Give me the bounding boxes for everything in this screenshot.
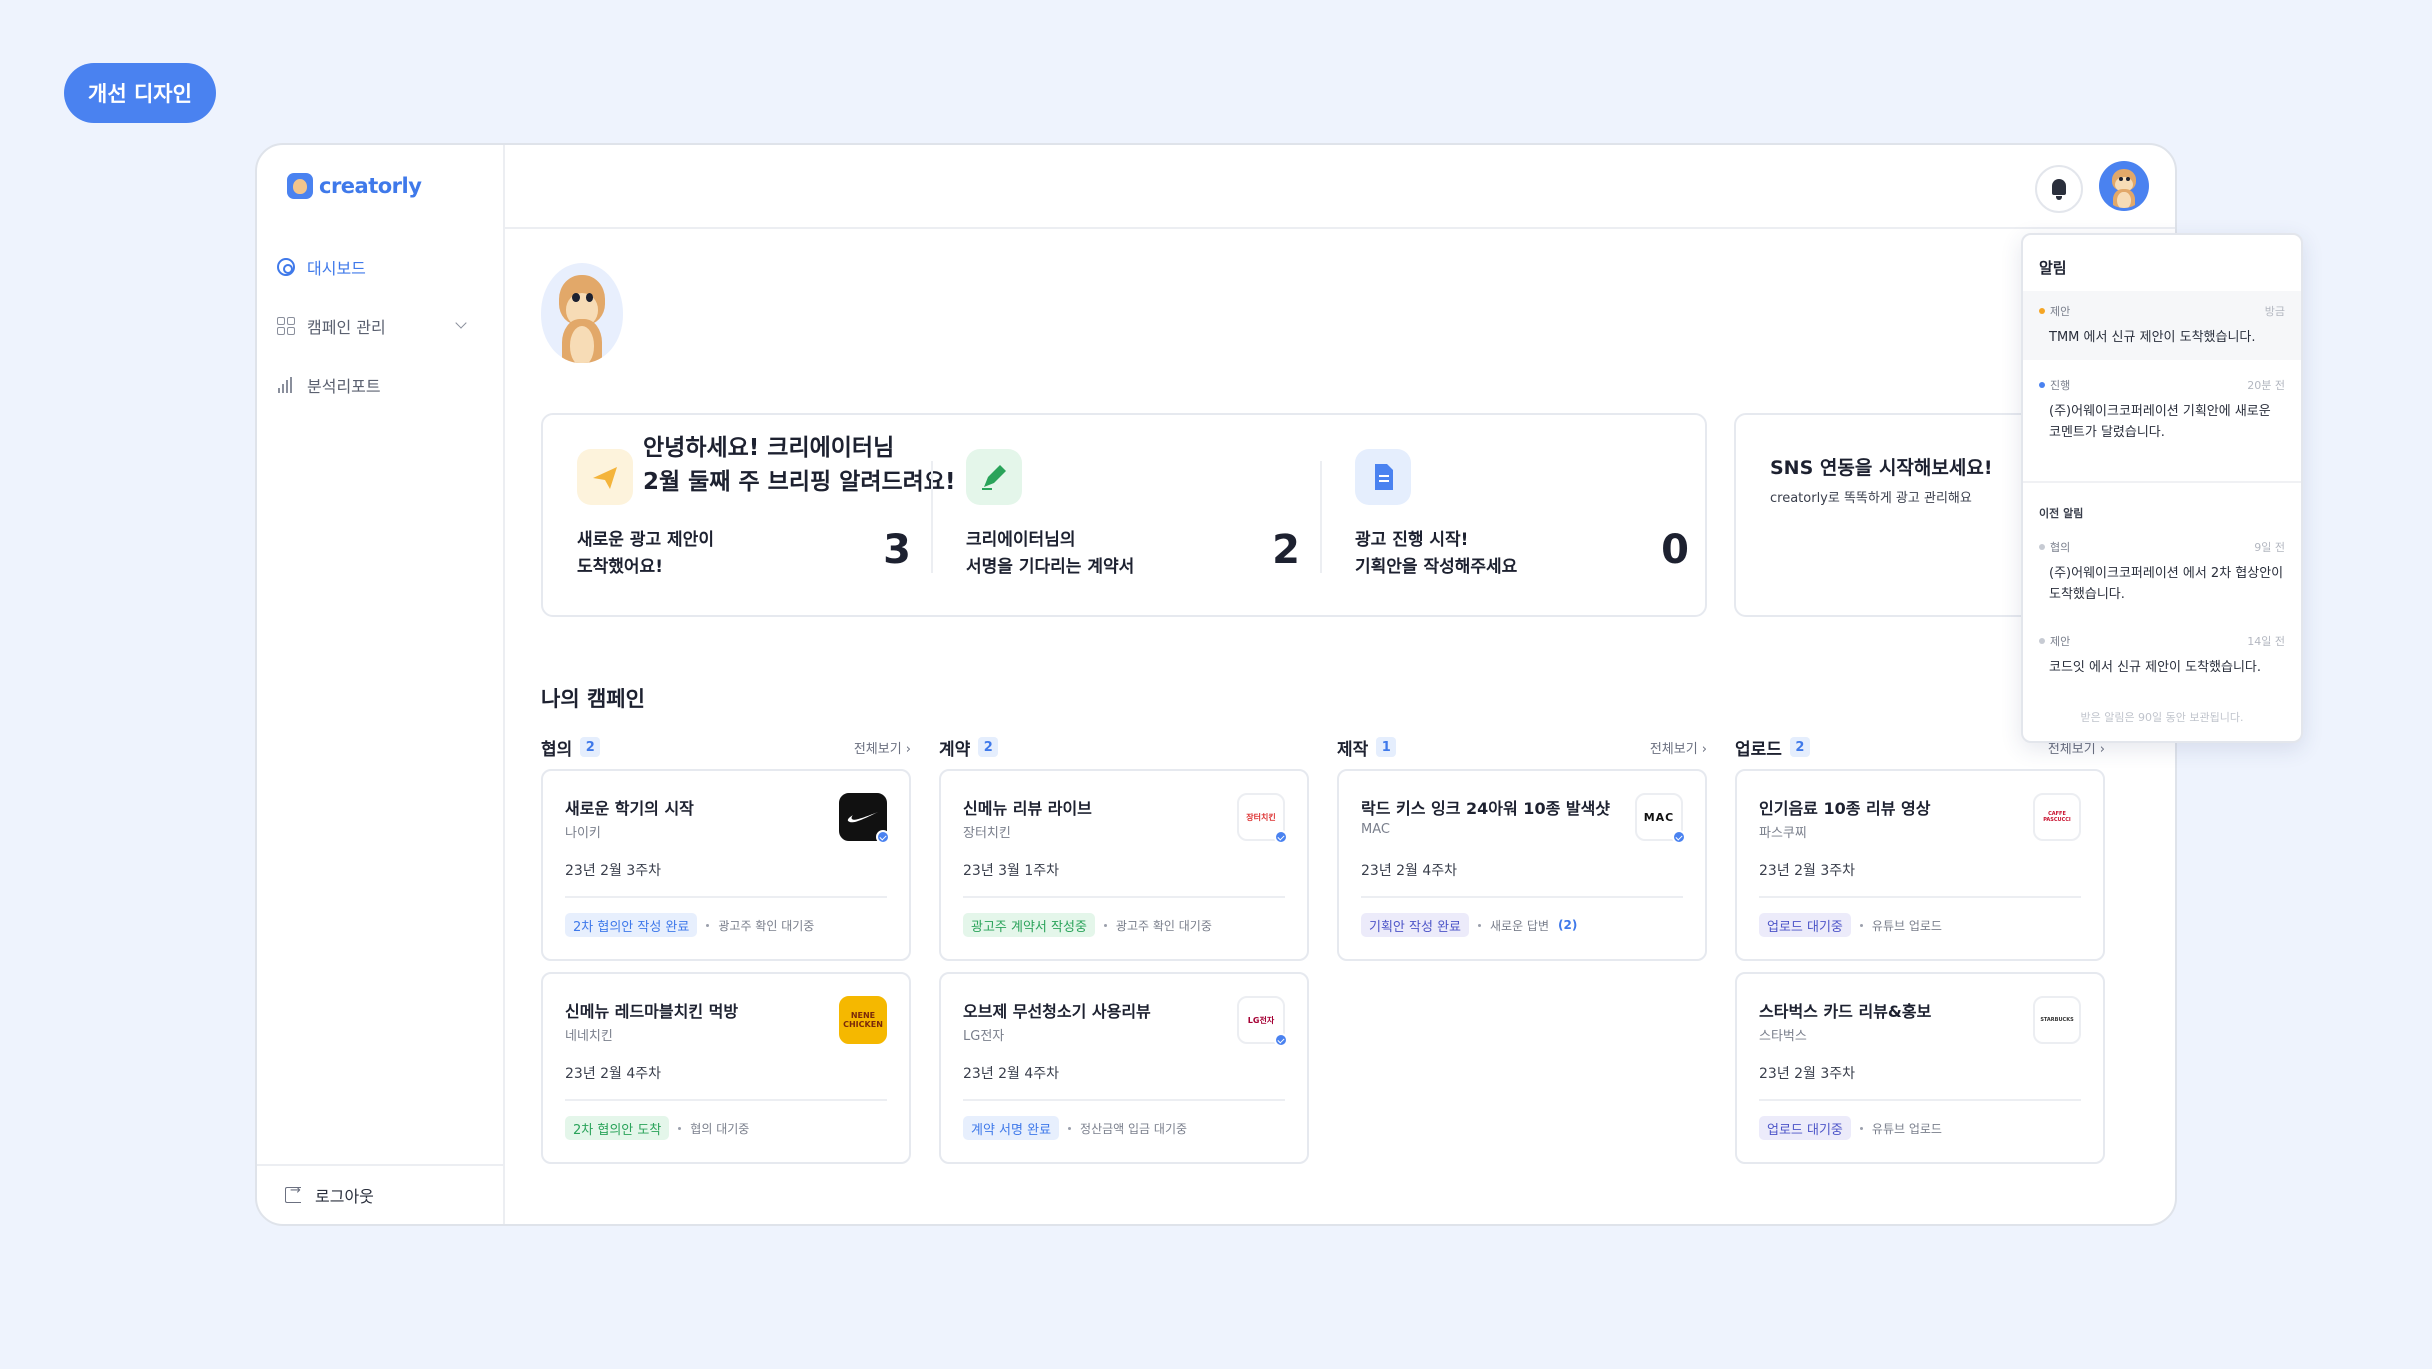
sidebar: creatorly 대시보드 캠페인 관리 분석리포트 로그아웃 xyxy=(257,145,505,1224)
new-reply-count: (2) xyxy=(1558,918,1578,932)
notification-dot-icon xyxy=(2039,638,2045,644)
notification-item[interactable]: 진행 20분 전 (주)어웨이크코퍼레이션 기획안에 새로운 코멘트가 달렸습니… xyxy=(2023,365,2301,455)
logout-button[interactable]: 로그아웃 xyxy=(257,1164,503,1224)
lg-logo-icon: LG전자 xyxy=(1237,996,1288,1047)
status-tag: 계약 서명 완료 xyxy=(963,1116,1060,1140)
status-tag: 2차 협의안 작성 완료 xyxy=(565,913,698,937)
nike-logo-icon xyxy=(839,793,890,844)
sidebar-item-label: 대시보드 xyxy=(307,259,366,278)
mac-logo-icon: MAC xyxy=(1635,793,1686,844)
status-text: 협의 대기중 xyxy=(690,1121,750,1136)
grid-icon xyxy=(277,317,295,335)
status-tag: 업로드 대기중 xyxy=(1759,913,1851,937)
chevron-down-icon[interactable] xyxy=(455,317,467,329)
logo-text: creatorly xyxy=(319,174,422,198)
column-count-badge: 2 xyxy=(978,737,999,757)
campaign-card[interactable]: 신메뉴 리뷰 라이브 장터치킨 장터치킨 23년 3월 1주차 광고주 계약서 … xyxy=(939,769,1309,961)
status-tag: 기획안 작성 완료 xyxy=(1361,913,1469,937)
notification-button[interactable] xyxy=(2035,165,2083,213)
see-all-link[interactable]: 전체보기 › xyxy=(1650,738,1707,757)
mascot-avatar-icon xyxy=(2102,164,2146,208)
status-text: 새로운 답변 xyxy=(1490,918,1550,933)
status-text: 광고주 확인 대기중 xyxy=(718,918,815,933)
campaign-card[interactable]: 인기음료 10종 리뷰 영상 파스쿠찌 CAFFE PASCUCCI 23년 2… xyxy=(1735,769,2105,961)
sidebar-item-label: 분석리포트 xyxy=(307,377,381,396)
dashboard-icon xyxy=(277,258,295,276)
column-header-production: 제작 1 전체보기 › xyxy=(1337,735,1707,760)
logo[interactable]: creatorly xyxy=(287,173,422,199)
notification-dot-icon xyxy=(2039,308,2045,314)
pen-icon xyxy=(966,449,1022,505)
status-text: 유튜브 업로드 xyxy=(1871,918,1942,933)
stat-pending-contracts[interactable]: 크리에이터님의 서명을 기다리는 계약서 2 xyxy=(932,415,1320,615)
notification-item[interactable]: 제안 14일 전 코드잇 에서 신규 제안이 도착했습니다. xyxy=(2023,621,2301,690)
status-text: 유튜브 업로드 xyxy=(1871,1121,1942,1136)
sidebar-item-label: 캠페인 관리 xyxy=(307,318,386,337)
nene-chicken-logo-icon: NENE CHICKEN xyxy=(839,996,887,1044)
column-count-badge: 1 xyxy=(1376,737,1397,757)
stat-count: 0 xyxy=(1661,527,1689,573)
campaign-card[interactable]: 오브제 무선청소기 사용리뷰 LG전자 LG전자 23년 2월 4주차 계약 서… xyxy=(939,972,1309,1164)
status-text: 정산금액 입금 대기중 xyxy=(1080,1121,1188,1136)
bell-icon xyxy=(2052,179,2066,200)
column-header-contract: 계약 2 xyxy=(939,735,1309,760)
previous-notifications-title: 이전 알림 xyxy=(2039,507,2084,520)
sns-subtitle: creatorly로 똑똑하게 광고 관리해요 xyxy=(1770,491,1972,506)
paper-plane-icon xyxy=(577,449,633,505)
campaign-card[interactable]: 새로운 학기의 시작 나이키 23년 2월 3주차 2차 협의안 작성 완료 광… xyxy=(541,769,911,961)
improved-design-badge: 개선 디자인 xyxy=(64,63,216,123)
notification-panel: 알림 제안 방금 TMM 에서 신규 제안이 도착했습니다. 진행 20분 전 … xyxy=(2021,233,2303,743)
status-tag: 2차 협의안 도착 xyxy=(565,1116,670,1140)
notification-dot-icon xyxy=(2039,382,2045,388)
notification-dot-icon xyxy=(2039,544,2045,550)
status-text: 광고주 확인 대기중 xyxy=(1115,918,1212,933)
avatar[interactable] xyxy=(2099,161,2149,211)
campaign-card[interactable]: 스타벅스 카드 리뷰&홍보 스타벅스 STARBUCKS 23년 2월 3주차 … xyxy=(1735,972,2105,1164)
verified-badge-icon xyxy=(1672,830,1686,844)
logout-icon xyxy=(285,1183,301,1203)
campaign-card[interactable]: 락드 키스 잉크 24아워 10종 발색샷 MAC MAC 23년 2월 4주차… xyxy=(1337,769,1707,961)
campaign-card[interactable]: 신메뉴 레드마블치킨 먹방 네네치킨 NENE CHICKEN 23년 2월 4… xyxy=(541,972,911,1164)
sidebar-item-analysis-report[interactable]: 분석리포트 xyxy=(277,365,489,405)
stat-count: 2 xyxy=(1272,527,1300,573)
status-tag: 업로드 대기중 xyxy=(1759,1116,1851,1140)
verified-badge-icon xyxy=(1274,830,1288,844)
see-all-link[interactable]: 전체보기 › xyxy=(854,738,911,757)
sns-title: SNS 연동을 시작해보세요! xyxy=(1770,457,1993,479)
column-header-negotiation: 협의 2 전체보기 › xyxy=(541,735,911,760)
logout-label: 로그아웃 xyxy=(315,1187,374,1206)
status-tag: 광고주 계약서 작성중 xyxy=(963,913,1095,937)
notification-retention-note: 받은 알림은 90일 동안 보관됩니다. xyxy=(2080,711,2244,724)
sidebar-item-campaign-management[interactable]: 캠페인 관리 xyxy=(277,306,489,346)
notification-item[interactable]: 협의 9일 전 (주)어웨이크코퍼레이션 에서 2차 협상안이 도착했습니다. xyxy=(2023,527,2301,617)
starbucks-logo-icon: STARBUCKS xyxy=(2033,996,2081,1044)
notification-title: 알림 xyxy=(2039,259,2067,277)
document-icon xyxy=(1355,449,1411,505)
column-count-badge: 2 xyxy=(1789,737,1810,757)
verified-badge-icon xyxy=(876,830,890,844)
stat-new-proposals[interactable]: 새로운 광고 제안이 도착했어요! 3 xyxy=(543,415,931,615)
stat-start-planning[interactable]: 광고 진행 시작! 기획안을 작성해주세요 0 xyxy=(1321,415,1709,615)
briefing-stats-panel: 새로운 광고 제안이 도착했어요! 3 크리에이터님의 서명을 기다리는 계약서… xyxy=(541,413,1707,617)
stat-count: 3 xyxy=(883,527,911,573)
my-campaigns-title: 나의 캠페인 xyxy=(541,687,645,711)
column-count-badge: 2 xyxy=(580,737,601,757)
sidebar-item-dashboard[interactable]: 대시보드 xyxy=(277,247,489,287)
verified-badge-icon xyxy=(1274,1033,1288,1047)
pascucci-logo-icon: CAFFE PASCUCCI xyxy=(2033,793,2081,841)
app-window: creatorly 대시보드 캠페인 관리 분석리포트 로그아웃 xyxy=(255,143,2177,1226)
top-bar xyxy=(505,145,2175,229)
jangter-chicken-logo-icon: 장터치킨 xyxy=(1237,793,1288,844)
mascot-illustration-icon xyxy=(541,263,623,363)
bar-chart-icon xyxy=(277,376,295,394)
logo-mascot-icon xyxy=(287,173,313,199)
notification-item[interactable]: 제안 방금 TMM 에서 신규 제안이 도착했습니다. xyxy=(2023,291,2301,360)
